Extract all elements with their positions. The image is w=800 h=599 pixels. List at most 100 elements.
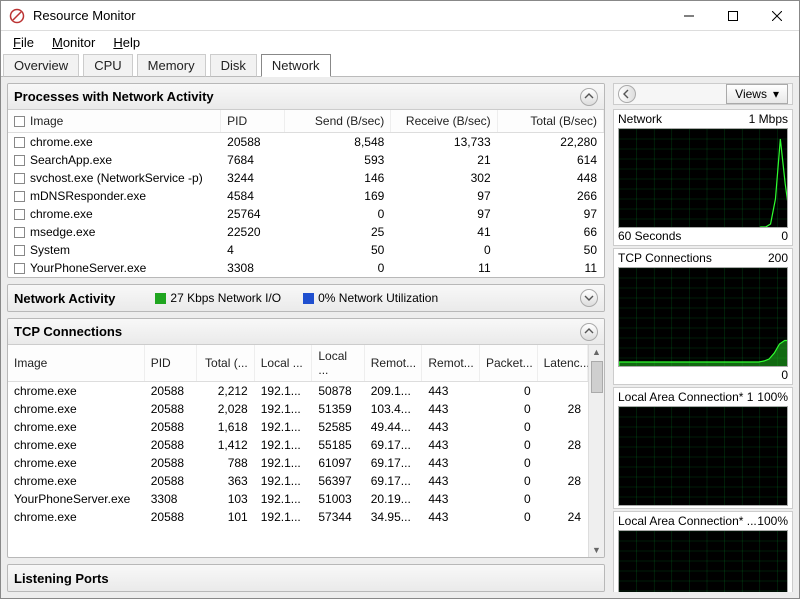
table-row[interactable]: YourPhoneServer.exe3308103192.1...510032… [8, 490, 588, 508]
chart-foot-l: 60 Seconds [618, 229, 681, 243]
table-row[interactable]: chrome.exe205881,412192.1...5518569.17..… [8, 436, 588, 454]
tab-network[interactable]: Network [261, 54, 331, 77]
right-column: Views ▾ Network 1 Mbps 60 Seconds 0 TCP Co… [609, 77, 799, 598]
col-lat[interactable]: Latenc... [537, 345, 587, 382]
maximize-button[interactable] [711, 2, 755, 30]
col-total[interactable]: Total (B/sec) [497, 110, 603, 133]
tab-disk[interactable]: Disk [210, 54, 257, 77]
chart-title: Local Area Connection* 1 [618, 390, 753, 404]
row-checkbox[interactable] [14, 227, 25, 238]
table-row[interactable]: chrome.exe20588788192.1...6109769.17...4… [8, 454, 588, 472]
col-lport[interactable]: Local ... [312, 345, 364, 382]
menubar: File Monitor Help [1, 31, 799, 53]
listening-panel-header[interactable]: Listening Ports [8, 565, 604, 591]
table-row[interactable]: chrome.exe20588101192.1...5734434.95...4… [8, 508, 588, 526]
table-row[interactable]: chrome.exe205882,212192.1...50878209.1..… [8, 382, 588, 401]
chart-area [618, 530, 788, 592]
activity-panel-header[interactable]: Network Activity 27 Kbps Network I/O 0% … [8, 285, 604, 311]
table-row[interactable]: chrome.exe205882,028192.1...51359103.4..… [8, 400, 588, 418]
tab-memory[interactable]: Memory [137, 54, 206, 77]
select-all-checkbox[interactable] [14, 116, 25, 127]
row-checkbox[interactable] [14, 137, 25, 148]
chart-2: Local Area Connection* 1 100% [613, 387, 793, 509]
col-image[interactable]: Image [8, 345, 144, 382]
row-checkbox[interactable] [14, 155, 25, 166]
tcp-table-header[interactable]: Image PID Total (... Local ... Local ...… [8, 345, 588, 382]
processes-table: Image PID Send (B/sec) Receive (B/sec) T… [8, 110, 604, 277]
chart-title: Network [618, 112, 662, 126]
chart-title: TCP Connections [618, 251, 712, 265]
menu-help-label: elp [123, 35, 140, 50]
tabbar: Overview CPU Memory Disk Network [1, 53, 799, 77]
tab-cpu[interactable]: CPU [83, 54, 132, 77]
right-toolbar: Views ▾ [613, 83, 793, 105]
chart-scale: 1 Mbps [749, 112, 788, 126]
io-label: 27 Kbps Network I/O [170, 291, 281, 305]
tcp-scrollbar[interactable]: ▲ ▼ [588, 345, 604, 557]
listening-panel: Listening Ports [7, 564, 605, 592]
row-checkbox[interactable] [14, 173, 25, 184]
table-row[interactable]: svchost.exe (NetworkService -p)324414630… [8, 169, 604, 187]
chart-scale: 100% [757, 390, 788, 404]
chart-scale: 200 [768, 251, 788, 265]
col-pid[interactable]: PID [221, 110, 285, 133]
window-title: Resource Monitor [33, 8, 667, 23]
close-button[interactable] [755, 2, 799, 30]
scroll-down-icon[interactable]: ▼ [590, 543, 604, 557]
col-laddr[interactable]: Local ... [254, 345, 312, 382]
table-row[interactable]: SearchApp.exe768459321614 [8, 151, 604, 169]
col-pid[interactable]: PID [144, 345, 196, 382]
expand-icon[interactable] [580, 289, 598, 307]
app-icon [7, 6, 27, 26]
menu-monitor[interactable]: Monitor [44, 33, 103, 52]
collapse-right-icon[interactable] [618, 85, 636, 103]
util-label: 0% Network Utilization [318, 291, 438, 305]
collapse-icon[interactable] [580, 323, 598, 341]
views-label: Views [735, 87, 767, 101]
activity-panel: Network Activity 27 Kbps Network I/O 0% … [7, 284, 605, 312]
tcp-panel-header[interactable]: TCP Connections [8, 319, 604, 345]
chart-0: Network1 Mbps 60 Seconds0 [613, 109, 793, 246]
col-raddr[interactable]: Remot... [364, 345, 422, 382]
scroll-thumb[interactable] [591, 361, 603, 393]
table-row[interactable]: chrome.exe2576409797 [8, 205, 604, 223]
table-row[interactable]: YourPhoneServer.exe330801111 [8, 259, 604, 277]
table-row[interactable]: System450050 [8, 241, 604, 259]
menu-file[interactable]: File [5, 33, 42, 52]
col-loss[interactable]: Packet... [480, 345, 538, 382]
col-recv[interactable]: Receive (B/sec) [391, 110, 497, 133]
dropdown-icon: ▾ [773, 87, 779, 101]
minimize-button[interactable] [667, 2, 711, 30]
processes-panel-title: Processes with Network Activity [14, 89, 214, 104]
row-checkbox[interactable] [14, 191, 25, 202]
row-checkbox[interactable] [14, 245, 25, 256]
table-row[interactable]: chrome.exe20588363192.1...5639769.17...4… [8, 472, 588, 490]
col-image[interactable]: Image [8, 110, 221, 133]
collapse-icon[interactable] [580, 88, 598, 106]
scroll-up-icon[interactable]: ▲ [590, 345, 604, 359]
tcp-table: Image PID Total (... Local ... Local ...… [8, 345, 588, 526]
table-row[interactable]: chrome.exe205881,618192.1...5258549.44..… [8, 418, 588, 436]
col-total[interactable]: Total (... [197, 345, 255, 382]
table-row[interactable]: mDNSResponder.exe458416997266 [8, 187, 604, 205]
col-rport[interactable]: Remot... [422, 345, 480, 382]
chart-foot-r: 0 [781, 368, 788, 382]
views-button[interactable]: Views ▾ [726, 84, 788, 104]
listening-panel-title: Listening Ports [14, 571, 109, 586]
table-row[interactable]: msedge.exe22520254166 [8, 223, 604, 241]
tcp-panel: TCP Connections Image PID Total (. [7, 318, 605, 558]
processes-panel-header[interactable]: Processes with Network Activity [8, 84, 604, 110]
chart-title: Local Area Connection* ... [618, 514, 757, 528]
legend-blue-icon [303, 293, 314, 304]
tab-overview[interactable]: Overview [3, 54, 79, 77]
charts-container: Network 1 Mbps 60 Seconds 0 TCP Connection… [613, 109, 793, 592]
processes-panel: Processes with Network Activity Image PI… [7, 83, 605, 278]
chart-3: Local Area Connection* ...100% [613, 511, 793, 592]
table-row[interactable]: chrome.exe205888,54813,73322,280 [8, 133, 604, 152]
row-checkbox[interactable] [14, 263, 25, 274]
col-send[interactable]: Send (B/sec) [284, 110, 390, 133]
chart-1: TCP Connections 200 0 [613, 248, 793, 385]
processes-table-header[interactable]: Image PID Send (B/sec) Receive (B/sec) T… [8, 110, 604, 133]
menu-help[interactable]: Help [105, 33, 148, 52]
row-checkbox[interactable] [14, 209, 25, 220]
